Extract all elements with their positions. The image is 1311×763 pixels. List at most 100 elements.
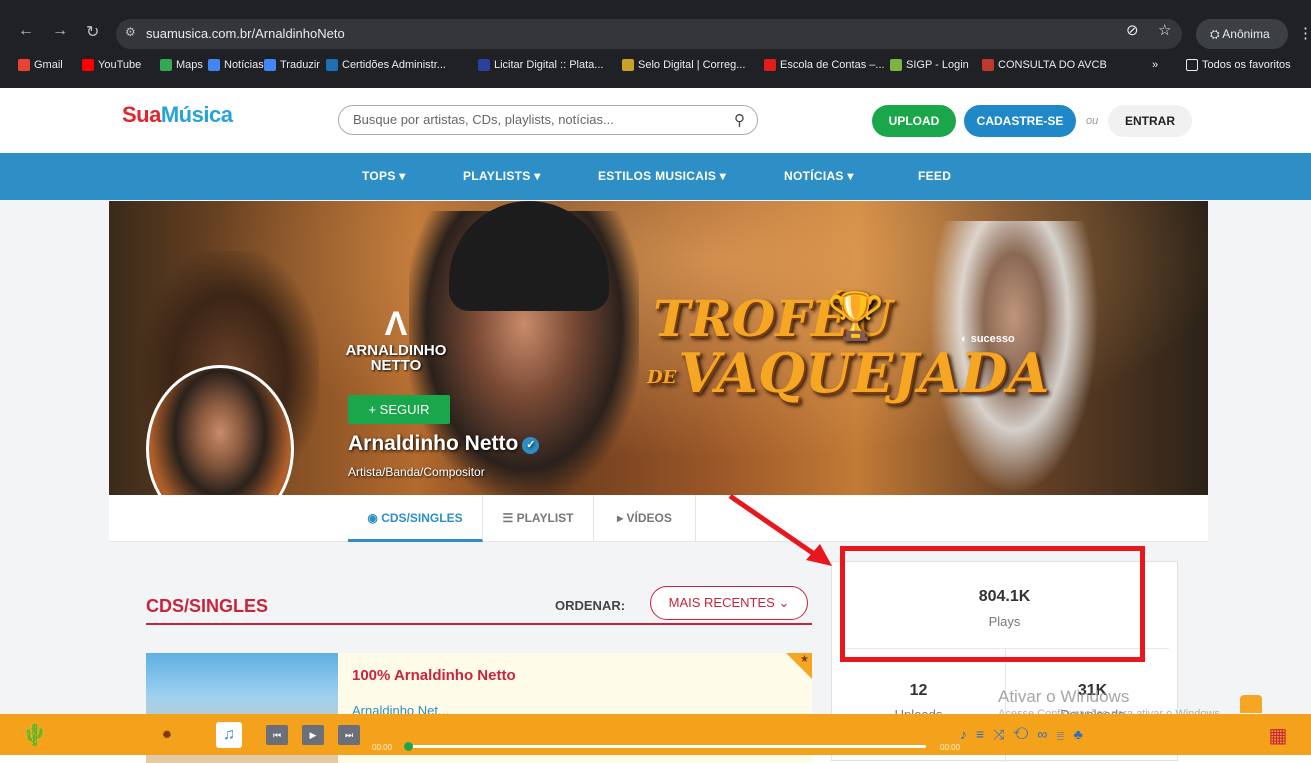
cadastre-button[interactable]: CADASTRE-SE <box>964 105 1076 137</box>
artist-subtitle: Artista/Banda/Compositor <box>348 465 485 479</box>
menu-tops[interactable]: TOPS ▾ <box>362 169 406 183</box>
artist-name-text: Arnaldinho Netto <box>348 432 519 455</box>
volume-icon[interactable]: ♪ <box>960 726 976 742</box>
tab-cds-singles[interactable]: ◉ CDS/SINGLES <box>348 495 483 542</box>
star-icon: ★ <box>800 654 809 665</box>
entrar-button[interactable]: ENTRAR <box>1108 105 1192 137</box>
bookmark-label: Traduzir <box>280 59 320 71</box>
reload-icon[interactable]: ↻ <box>86 22 99 42</box>
bookmark-sigp[interactable]: SIGP - Login <box>890 59 969 71</box>
site-header: SuaMúsica ⚲ UPLOAD CADASTRE-SE ou ENTRAR <box>0 88 1311 153</box>
brand-line1: ARNALDINHO <box>345 342 447 359</box>
sigp-icon <box>890 59 902 71</box>
selo-icon <box>622 59 634 71</box>
menu-feed[interactable]: FEED <box>918 169 951 183</box>
shuffle-icon[interactable]: ⤨ <box>993 726 1013 742</box>
menu-estilos[interactable]: ESTILOS MUSICAIS ▾ <box>598 169 726 183</box>
cactus-icon: 🌵 <box>21 722 49 747</box>
tab-playlist[interactable]: ☰ PLAYLIST <box>483 495 594 542</box>
bookmark-traduzir[interactable]: Traduzir <box>264 59 320 71</box>
bookmark-label: SIGP - Login <box>906 59 969 71</box>
link-icon[interactable]: ∞ <box>1037 726 1056 742</box>
sao-joao-icon: ✺ <box>162 729 172 741</box>
brand-line2: NETTO <box>370 357 422 374</box>
back-icon[interactable]: ← <box>18 22 34 40</box>
star-icon[interactable]: ☆ <box>1158 21 1171 39</box>
main-menu: TOPS ▾ PLAYLISTS ▾ ESTILOS MUSICAIS ▾ NO… <box>0 153 1311 200</box>
next-button[interactable]: ⏭ <box>338 725 360 745</box>
sucesso-icon: ◐ <box>961 333 971 345</box>
maps-icon <box>160 59 172 71</box>
bookmark-maps[interactable]: Maps <box>160 59 203 71</box>
order-label: ORDENAR: <box>555 598 626 613</box>
logo-musica: Música <box>160 102 233 127</box>
order-select[interactable]: MAIS RECENTES ⌄ <box>650 586 808 620</box>
repeat-icon[interactable]: ⟲ <box>1013 726 1037 742</box>
search-box: ⚲ <box>338 105 758 135</box>
news-icon <box>208 59 220 71</box>
gmail-icon <box>18 59 30 71</box>
bookmark-label: Escola de Contas –... <box>780 59 885 71</box>
previous-button[interactable]: ⏮ <box>266 725 288 745</box>
chevron-down-icon: ⌄ <box>778 595 790 610</box>
escola-icon <box>764 59 776 71</box>
artist-brand-logo: Ʌ ARNALDINHO NETTO <box>341 305 451 373</box>
follow-button[interactable]: + SEGUIR <box>348 395 450 424</box>
forward-icon[interactable]: → <box>52 22 68 40</box>
play-button[interactable]: ▶ <box>302 725 324 745</box>
incognito-badge[interactable]: ⛭ Anônima <box>1196 19 1288 49</box>
folder-icon <box>1186 59 1198 71</box>
incognito-icon: ⛭ <box>1210 27 1223 41</box>
order-value: MAIS RECENTES <box>668 595 775 610</box>
artist-name: Arnaldinho Netto ✓ <box>348 432 540 456</box>
all-bookmarks[interactable]: Todos os favoritos <box>1186 59 1291 71</box>
bookmark-escola[interactable]: Escola de Contas –... <box>764 59 885 71</box>
licitar-icon <box>478 59 490 71</box>
queue-icon[interactable]: ≡ <box>976 726 993 742</box>
playlist-add-icon[interactable]: ≣ <box>1056 726 1073 742</box>
site-info-icon[interactable]: ⚙ <box>125 25 136 39</box>
time-start: 00:00 <box>372 743 393 752</box>
search-icon[interactable]: ⚲ <box>734 111 745 129</box>
cds-section-title: CDS/SINGLES <box>146 596 269 616</box>
tab-videos[interactable]: ▸ VÍDEOS <box>594 495 696 542</box>
progress-bar[interactable] <box>404 742 926 751</box>
bookmark-avcb[interactable]: CONSULTA DO AVCB <box>982 59 1107 71</box>
bookmark-selo[interactable]: Selo Digital | Correg... <box>622 59 745 71</box>
an-mark-icon: Ʌ <box>384 305 408 343</box>
translate-icon <box>264 59 276 71</box>
bookmark-certidoes[interactable]: Certidões Administr... <box>326 59 446 71</box>
bookmark-noticias[interactable]: Notícias <box>208 59 264 71</box>
avcb-icon <box>982 59 994 71</box>
upload-button[interactable]: UPLOAD <box>872 105 956 137</box>
menu-icon[interactable]: ⋮ <box>1298 24 1311 42</box>
album-title[interactable]: 100% Arnaldinho Netto <box>352 667 516 684</box>
windows-activate: Ativar o Windows <box>998 687 1130 706</box>
bookmark-label: Licitar Digital :: Plata... <box>494 59 604 71</box>
time-end: 00:00 <box>940 743 961 752</box>
progress-knob[interactable] <box>404 742 413 751</box>
bookmark-gmail[interactable]: Gmail <box>18 59 63 71</box>
bookmark-licitar[interactable]: Licitar Digital :: Plata... <box>478 59 603 71</box>
bookmark-label: Gmail <box>34 59 63 71</box>
bookmark-youtube[interactable]: YouTube <box>82 59 141 71</box>
browser-chrome: ← → ↻ ⚙ suamusica.com.br/ArnaldinhoNeto … <box>0 0 1311 88</box>
annotation-highlight-box <box>840 546 1145 662</box>
bookmarks-more[interactable]: » <box>1152 59 1158 71</box>
logo[interactable]: SuaMúsica <box>122 102 233 128</box>
music-player: 🌵 ✺ ♫ ⏮ ▶ ⏭ 00:00 00:00 ♪≡⤨⟲∞≣♣ ▦ <box>0 714 1311 755</box>
all-bookmarks-label: Todos os favoritos <box>1202 59 1291 71</box>
bookmark-label: Maps <box>176 59 203 71</box>
bookmark-label: Notícias <box>224 59 264 71</box>
scroll-top-tab[interactable] <box>1240 695 1262 713</box>
logo-sua: Sua <box>122 102 161 127</box>
de-text: DE <box>647 366 677 388</box>
eye-off-icon[interactable]: ⊘ <box>1126 21 1139 39</box>
bookmarks-bar: Gmail YouTube Maps Notícias Traduzir Cer… <box>0 59 1311 77</box>
address-bar[interactable]: ⚙ suamusica.com.br/ArnaldinhoNeto <box>116 19 1182 49</box>
profile-tabs: ◉ CDS/SINGLES ☰ PLAYLIST ▸ VÍDEOS <box>109 495 1208 542</box>
search-input[interactable] <box>353 112 713 127</box>
menu-playlists[interactable]: PLAYLISTS ▾ <box>463 169 541 183</box>
bookmark-label: Selo Digital | Correg... <box>638 59 746 71</box>
menu-noticias[interactable]: NOTÍCIAS ▾ <box>784 169 854 183</box>
